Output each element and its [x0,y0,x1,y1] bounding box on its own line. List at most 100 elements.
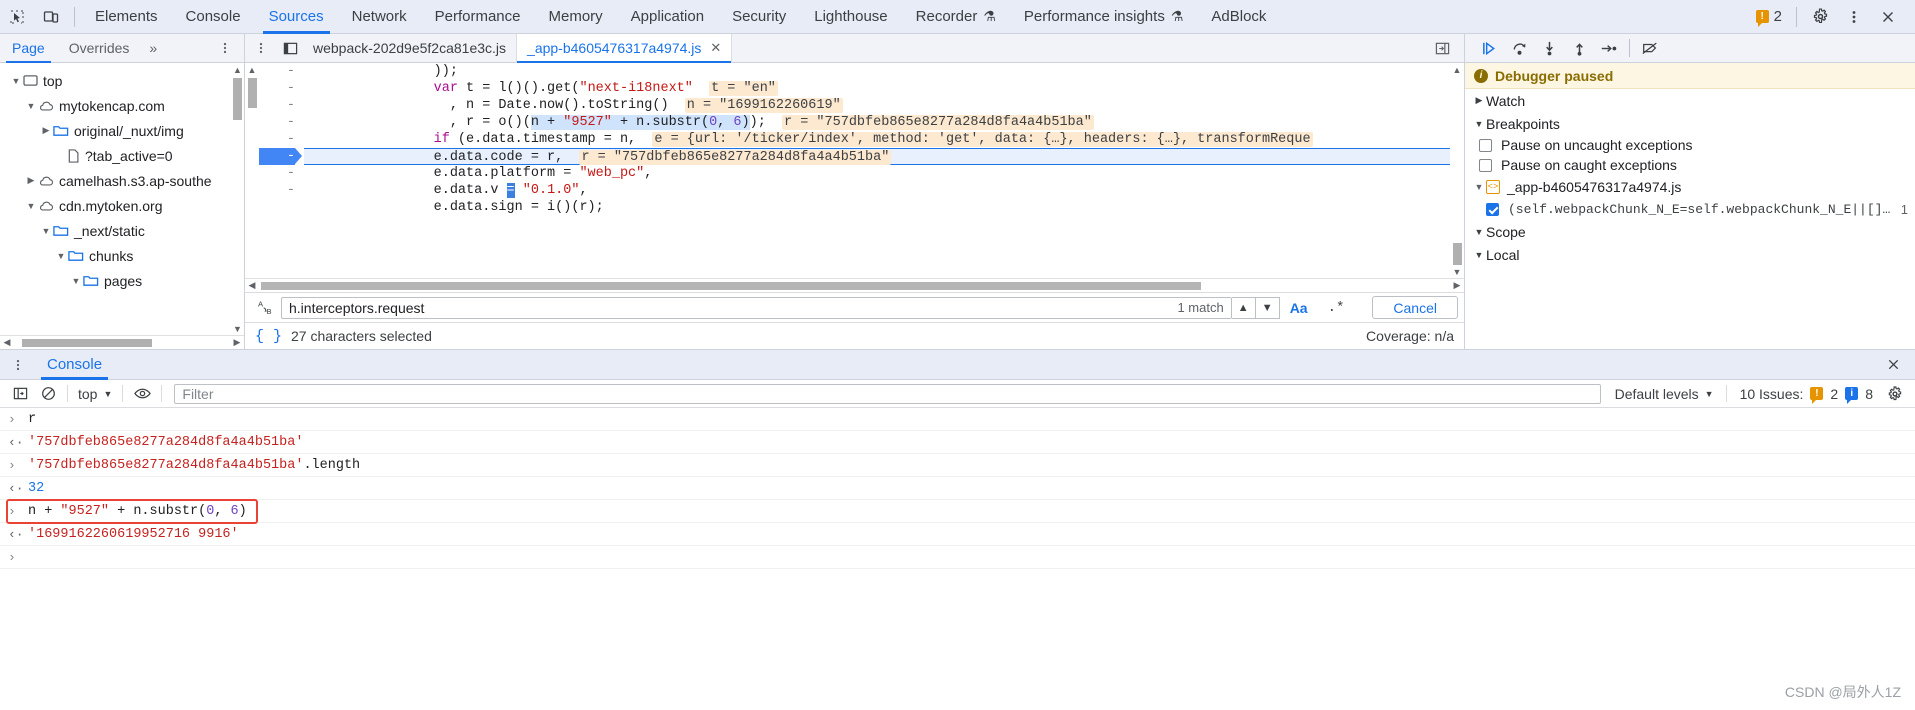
scroll-right-arrow[interactable]: ▶ [230,337,244,348]
scrollbar-thumb[interactable] [247,78,257,108]
scroll-right-arrow[interactable]: ▶ [1450,280,1464,291]
gear-icon[interactable] [1881,380,1909,408]
tree-item-top[interactable]: ▼ top [0,68,244,93]
tab-lighthouse[interactable]: Lighthouse [800,0,901,34]
more-navigator-tabs-icon[interactable]: » [141,40,165,56]
scroll-up-arrow[interactable]: ▲ [1453,63,1462,76]
scrollbar-thumb[interactable] [22,338,152,347]
step-into-button[interactable] [1534,34,1564,63]
code-line[interactable]: e.data.platform = "web_pc", [304,165,1464,182]
tab-adblock[interactable]: AdBlock [1197,0,1280,34]
navigator-vertical-scrollbar[interactable]: ▲ ▼ [231,63,244,335]
tree-item-tab-active[interactable]: ▶ ?tab_active=0 [0,143,244,168]
inspect-cursor-icon[interactable] [0,0,34,34]
cancel-button[interactable]: Cancel [1372,296,1458,319]
tree-item-chunks[interactable]: ▼ chunks [0,243,244,268]
debugger-section-watch[interactable]: ▶ Watch [1465,89,1915,112]
chevron-down-icon[interactable]: ▼ [1472,182,1486,192]
console-input-row[interactable]: › r [0,408,1915,431]
pretty-print-braces-icon[interactable]: { } [255,328,282,345]
debugger-section-breakpoints[interactable]: ▼ Breakpoints [1465,112,1915,135]
code-line[interactable]: )); [304,63,1464,80]
code-line[interactable]: e.data.v = "0.1.0", [304,182,1464,199]
navigator-menu-icon[interactable] [206,40,244,56]
navigator-tab-overrides[interactable]: Overrides [57,34,142,63]
console-context-selector[interactable]: top ▼ [73,386,117,402]
code-line[interactable]: e.data.sign = i()(r); [304,199,1464,216]
code-line[interactable]: , r = o()(n + "9527" + n.substr(0, 6)); … [304,114,1464,131]
tree-item-next-static[interactable]: ▼ _next/static [0,218,244,243]
console-result-row[interactable]: ‹· '1699162260619952716 9916' [0,523,1915,546]
step-over-button[interactable] [1504,34,1534,63]
chevron-down-icon[interactable]: ▼ [39,226,53,236]
console-log-levels-selector[interactable]: Default levels ▼ [1608,386,1721,402]
scrollbar-track[interactable] [259,279,1450,293]
tab-performance-insights[interactable]: Performance insights ⚗ [1010,0,1197,34]
console-input-row[interactable]: › '757dbfeb865e8277a284d8fa4a4b51ba'.leng… [0,454,1915,477]
tree-item-cdn-mytoken[interactable]: ▼ cdn.mytoken.org [0,193,244,218]
step-out-button[interactable] [1564,34,1594,63]
navigator-horizontal-scrollbar[interactable]: ◀ ▶ [0,335,244,349]
code-line[interactable]: if (e.data.timestamp = n, e = {url: '/ti… [304,131,1464,148]
console-result-row[interactable]: ‹· '757dbfeb865e8277a284d8fa4a4b51ba' [0,431,1915,454]
scrollbar-thumb[interactable] [233,78,242,120]
search-prev-button[interactable]: ▲ [1231,296,1256,319]
clear-console-icon[interactable] [34,380,62,408]
console-prompt-row[interactable]: › [0,546,1915,569]
search-input[interactable]: h.interceptors.request 1 match [281,296,1232,319]
tree-item-pages[interactable]: ▼ pages [0,268,244,293]
console-result-row[interactable]: ‹· 32 [0,477,1915,500]
chevron-down-icon[interactable]: ▼ [54,251,68,261]
deactivate-breakpoints-icon[interactable] [1635,34,1665,63]
code-line[interactable]: , n = Date.now().toString() n = "1699162… [304,97,1464,114]
debugger-section-scope[interactable]: ▼ Scope [1465,220,1915,243]
breakpoint-file-row[interactable]: ▼ <> _app-b4605476317a4974.js [1465,175,1915,198]
scroll-left-arrow[interactable]: ◀ [0,337,14,348]
tab-memory[interactable]: Memory [535,0,617,34]
tab-network[interactable]: Network [338,0,421,34]
code-line-current[interactable]: e.data.code = r, r = "757dbfeb865e8277a2… [304,148,1464,165]
tab-application[interactable]: Application [617,0,718,34]
tab-elements[interactable]: Elements [81,0,172,34]
tab-sources[interactable]: Sources [255,0,338,34]
chevron-down-icon[interactable]: ▼ [1472,250,1486,260]
scroll-left-arrow[interactable]: ◀ [245,280,259,291]
toggle-navigator-icon[interactable] [277,41,303,56]
tab-recorder[interactable]: Recorder ⚗ [902,0,1010,34]
breakpoint-row[interactable]: (self.webpackChunk_N_E=self.webpackChunk… [1465,198,1915,220]
tree-item-original-nuxt-img[interactable]: ▶ original/_nuxt/img [0,118,244,143]
chevron-down-icon[interactable]: ▼ [24,101,38,111]
scroll-down-arrow[interactable]: ▼ [233,322,242,335]
match-case-toggle[interactable]: Aa [1280,300,1318,316]
code-editor[interactable]: ▲ - - - - - - - - )); var t = l()().get(… [245,63,1464,278]
issues-summary[interactable]: 10 Issues: ! 2 i 8 [1732,386,1881,404]
chevron-down-icon[interactable]: ▼ [24,201,38,211]
live-expression-eye-icon[interactable] [128,380,156,408]
scrollbar-track[interactable] [14,336,230,350]
device-toolbar-icon[interactable] [34,0,68,34]
chevron-down-icon[interactable]: ▼ [1472,119,1486,129]
chevron-down-icon[interactable]: ▼ [1472,227,1486,237]
scroll-down-arrow[interactable]: ▼ [1453,265,1462,278]
tab-console[interactable]: Console [172,0,255,34]
chevron-right-icon[interactable]: ▶ [1472,95,1486,106]
editor-tab-webpack[interactable]: webpack-202d9e5f2ca81e3c.js [303,33,518,63]
toggle-debugger-sidebar-icon[interactable] [1429,41,1455,56]
navigator-tab-page[interactable]: Page [0,34,57,63]
warning-count-badge[interactable]: ! 2 [1748,8,1790,27]
console-input-row[interactable]: › n + "9527" + n.substr(0, 6) [0,500,1915,523]
drawer-tab-console[interactable]: Console [36,350,113,380]
scroll-up-arrow[interactable]: ▲ [248,63,257,76]
chevron-down-icon[interactable]: ▼ [69,276,83,286]
chevron-right-icon[interactable]: ▶ [39,125,53,136]
close-drawer-icon[interactable] [1872,357,1915,372]
scrollbar-thumb[interactable] [1452,243,1462,265]
resume-button[interactable] [1474,34,1504,63]
tab-performance[interactable]: Performance [421,0,535,34]
step-button[interactable] [1594,34,1624,63]
gear-icon[interactable] [1803,0,1837,34]
chevron-right-icon[interactable]: ▶ [24,175,38,186]
close-tab-icon[interactable]: ✕ [710,40,721,56]
tree-item-mytokencap[interactable]: ▼ mytokencap.com [0,93,244,118]
console-messages[interactable]: › r ‹· '757dbfeb865e8277a284d8fa4a4b51ba' › '… [0,408,1915,710]
